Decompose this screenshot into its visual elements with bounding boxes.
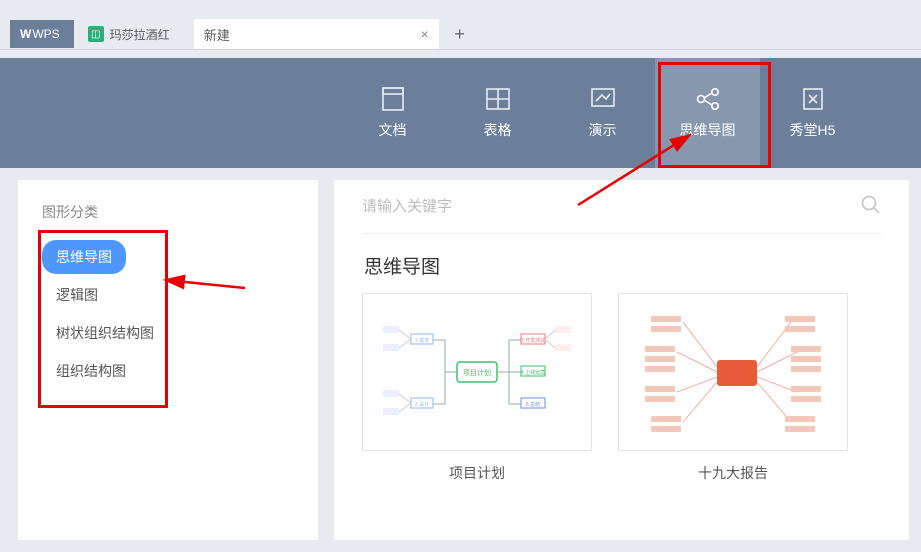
ribbon-label: 表格 — [484, 120, 512, 140]
tab-bar: W WPS ◫ 玛莎拉酒红 新建 × + — [0, 0, 921, 50]
search-row — [362, 180, 881, 234]
sidebar-item-logic[interactable]: 逻辑图 — [42, 278, 112, 312]
plus-icon: + — [454, 24, 465, 45]
close-icon[interactable]: × — [421, 26, 429, 42]
file-tab-label: 玛莎拉酒红 — [110, 26, 170, 43]
main-panel: 思维导图 项目计划 1.需求 2.设计 — [334, 180, 909, 540]
template-card[interactable]: 项目计划 1.需求 2.设计 3.开发测试 — [362, 293, 592, 483]
new-tab-label: 新建 — [204, 25, 230, 44]
sidebar-item-org[interactable]: 组织结构图 — [42, 354, 140, 388]
svg-text:1.需求: 1.需求 — [415, 337, 429, 344]
search-input[interactable] — [362, 198, 859, 215]
ribbon-item-sheet[interactable]: 表格 — [445, 58, 550, 168]
ribbon-label: 文档 — [379, 120, 407, 140]
new-tab[interactable]: 新建 × — [194, 19, 439, 49]
svg-text:5.总结: 5.总结 — [526, 401, 540, 408]
section-title: 思维导图 — [364, 252, 881, 279]
template-card[interactable]: 十九大报告 — [618, 293, 848, 483]
svg-text:项目计划: 项目计划 — [463, 368, 491, 377]
sidebar-item-mindmap[interactable]: 思维导图 — [42, 240, 126, 274]
ribbon-item-h5[interactable]: 秀堂H5 — [760, 58, 865, 168]
svg-text:3.开发测试: 3.开发测试 — [521, 337, 545, 344]
wps-tab[interactable]: W WPS — [10, 20, 74, 48]
category-ribbon: 文档 表格 演示 思维导图 秀堂H5 — [0, 58, 921, 168]
search-icon[interactable] — [859, 193, 881, 220]
ribbon-label: 演示 — [589, 120, 617, 140]
ribbon-item-mindmap[interactable]: 思维导图 — [655, 58, 760, 168]
sidebar-item-tree-org[interactable]: 树状组织结构图 — [42, 316, 168, 350]
template-name: 十九大报告 — [698, 463, 768, 483]
file-tab[interactable]: ◫ 玛莎拉酒红 — [80, 20, 188, 48]
wps-logo-icon: W — [20, 27, 30, 41]
ribbon-item-presentation[interactable]: 演示 — [550, 58, 655, 168]
sidebar-title: 图形分类 — [42, 202, 294, 222]
document-icon — [378, 86, 408, 112]
mindmap-icon — [693, 86, 723, 112]
svg-text:2.设计: 2.设计 — [415, 401, 429, 408]
svg-text:4.上线运营: 4.上线运营 — [521, 369, 545, 376]
file-type-icon: ◫ — [88, 26, 104, 42]
h5-icon — [798, 86, 828, 112]
template-thumbnail — [618, 293, 848, 451]
sidebar-list: 思维导图 逻辑图 树状组织结构图 组织结构图 — [42, 240, 294, 388]
template-name: 项目计划 — [449, 463, 505, 483]
ribbon-item-doc[interactable]: 文档 — [340, 58, 445, 168]
wps-tab-label: WPS — [32, 27, 59, 41]
spreadsheet-icon — [483, 86, 513, 112]
presentation-icon — [588, 86, 618, 112]
sidebar: 图形分类 思维导图 逻辑图 树状组织结构图 组织结构图 — [18, 180, 318, 540]
ribbon-label: 思维导图 — [680, 120, 736, 140]
template-thumbnail: 项目计划 1.需求 2.设计 3.开发测试 — [362, 293, 592, 451]
add-tab-button[interactable]: + — [445, 20, 475, 48]
template-grid: 项目计划 1.需求 2.设计 3.开发测试 — [362, 293, 881, 483]
ribbon-label: 秀堂H5 — [790, 120, 836, 140]
